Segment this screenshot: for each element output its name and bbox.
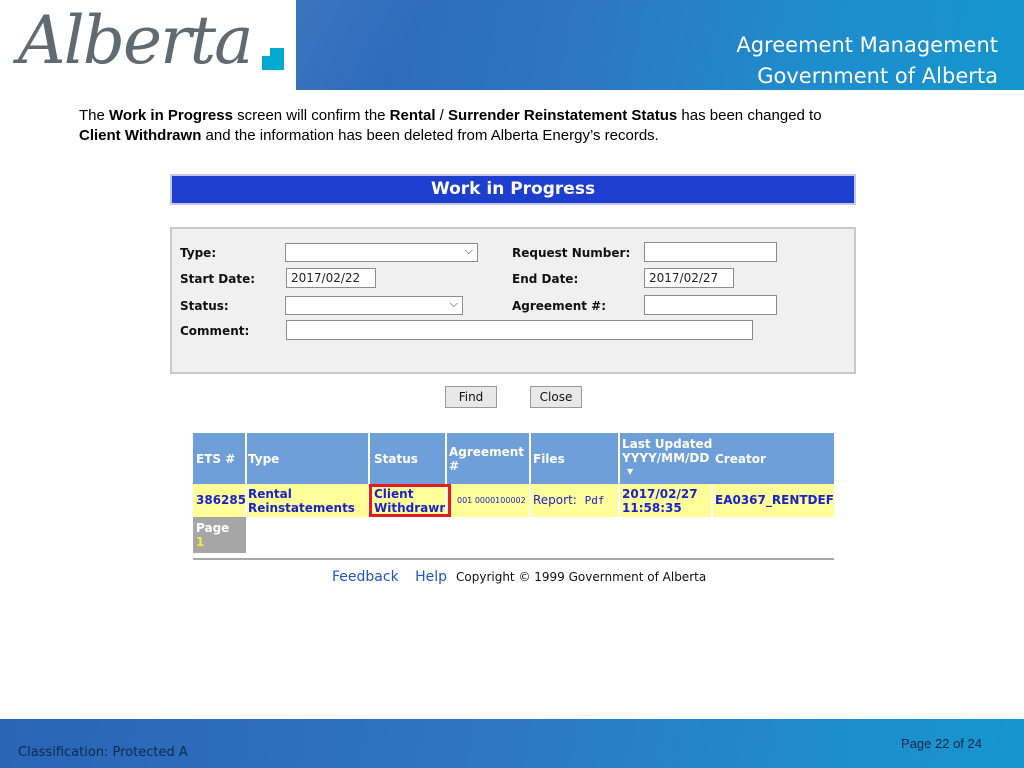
- row-files: Report: Pdf: [533, 493, 605, 508]
- col-files[interactable]: Files: [533, 452, 565, 466]
- header-title-line2: Government of Alberta: [757, 64, 998, 88]
- col-agreement-line2: #: [449, 459, 460, 473]
- request-number-input[interactable]: [644, 242, 777, 262]
- chevron-down-icon: ⌵: [449, 298, 458, 310]
- header-title-line1: Agreement Management: [736, 33, 998, 57]
- header-band: Agreement Management Government of Alber…: [296, 0, 1024, 90]
- agreement-label: Agreement #:: [512, 299, 607, 313]
- table-row[interactable]: 386285 Rental Reinstatements Client With…: [193, 484, 834, 517]
- row-agreement: 001 0000100002: [457, 496, 526, 505]
- intro-bold-1: Work in Progress: [109, 107, 233, 124]
- row-updated-date: 2017/02/27: [622, 487, 698, 501]
- pager-content: Page 1: [196, 521, 229, 549]
- col-last-updated-line2: YYYY/MM/DD: [622, 451, 710, 465]
- row-creator: EA0367_RENTDEF: [715, 493, 834, 507]
- classification-label: Classification: Protected A: [18, 745, 188, 760]
- row-ets[interactable]: 386285: [196, 493, 246, 507]
- intro-text-3: /: [435, 107, 449, 124]
- intro-bold-4: Client Withdrawn: [79, 127, 202, 144]
- comment-input[interactable]: [286, 320, 753, 340]
- row-type-line1: Rental: [248, 487, 292, 501]
- row-type-line2: Reinstatements: [248, 501, 355, 515]
- results-header: ETS # Type Status Agreement # Files Last…: [193, 433, 834, 484]
- col-creator[interactable]: Creator: [715, 452, 766, 466]
- alberta-logo: Alberta: [0, 0, 296, 90]
- end-date-input[interactable]: 2017/02/27: [644, 268, 734, 288]
- chevron-down-icon: ⌵: [464, 245, 473, 257]
- intro-bold-2: Rental: [389, 107, 436, 124]
- intro-text-4: has been changed to: [677, 107, 822, 124]
- sort-down-icon[interactable]: ▼: [622, 465, 712, 479]
- col-agreement[interactable]: Agreement #: [449, 445, 524, 473]
- request-number-label: Request Number:: [512, 246, 631, 260]
- header-title: Agreement Management Government of Alber…: [736, 30, 998, 92]
- status-label: Status:: [180, 299, 229, 313]
- pdf-report-link[interactable]: Pdf: [585, 494, 605, 507]
- intro-text-1: The: [79, 107, 110, 124]
- search-form: Type: ⌵ Start Date: 2017/02/22 Status: ⌵…: [170, 227, 856, 374]
- col-last-updated-line1: Last Updated: [622, 437, 713, 451]
- slide-header: Alberta Agreement Management Government …: [0, 0, 1024, 90]
- find-button[interactable]: Find: [445, 386, 497, 408]
- intro-text: The Work in Progress screen will confirm…: [79, 106, 959, 146]
- end-date-label: End Date:: [512, 272, 579, 286]
- start-date-input[interactable]: 2017/02/22: [286, 268, 376, 288]
- row-last-updated: 2017/02/27 11:58:35: [622, 487, 698, 515]
- page-number: Page 22 of 24: [901, 736, 982, 751]
- pager-label: Page: [196, 521, 230, 535]
- pager-page-1[interactable]: 1: [196, 535, 229, 549]
- agreement-input[interactable]: [644, 295, 777, 315]
- logo-square-icon: [262, 48, 284, 70]
- col-status[interactable]: Status: [374, 452, 418, 466]
- help-link[interactable]: Help: [415, 569, 447, 585]
- table-divider: [193, 558, 834, 560]
- app-footer-links: Feedback Help: [332, 569, 459, 585]
- col-ets[interactable]: ETS #: [196, 452, 235, 466]
- col-type[interactable]: Type: [248, 452, 279, 466]
- intro-text-2: screen will confirm the: [232, 107, 390, 124]
- close-button[interactable]: Close: [530, 386, 582, 408]
- row-type: Rental Reinstatements: [248, 487, 355, 515]
- slide-footer: Classification: Protected A Page 22 of 2…: [0, 719, 1024, 768]
- row-files-label: Report:: [533, 493, 577, 507]
- pager: Page 1: [193, 517, 246, 553]
- status-select[interactable]: ⌵: [285, 296, 463, 315]
- col-last-updated[interactable]: Last Updated YYYY/MM/DD ▼: [622, 437, 712, 479]
- start-date-label: Start Date:: [180, 272, 256, 286]
- comment-label: Comment:: [180, 324, 250, 338]
- copyright-text: Copyright © 1999 Government of Alberta: [456, 570, 707, 584]
- status-highlight-box: [369, 484, 451, 517]
- col-agreement-line1: Agreement: [449, 445, 524, 459]
- intro-bold-3: Surrender Reinstatement Status: [448, 107, 678, 124]
- row-updated-time: 11:58:35: [622, 501, 682, 515]
- alberta-logo-wordmark: Alberta: [18, 2, 253, 79]
- type-label: Type:: [180, 246, 217, 260]
- type-select[interactable]: ⌵: [285, 243, 478, 262]
- wip-title-bar: Work in Progress: [170, 174, 856, 205]
- intro-text-5: and the information has been deleted fro…: [201, 127, 659, 144]
- feedback-link[interactable]: Feedback: [332, 569, 399, 585]
